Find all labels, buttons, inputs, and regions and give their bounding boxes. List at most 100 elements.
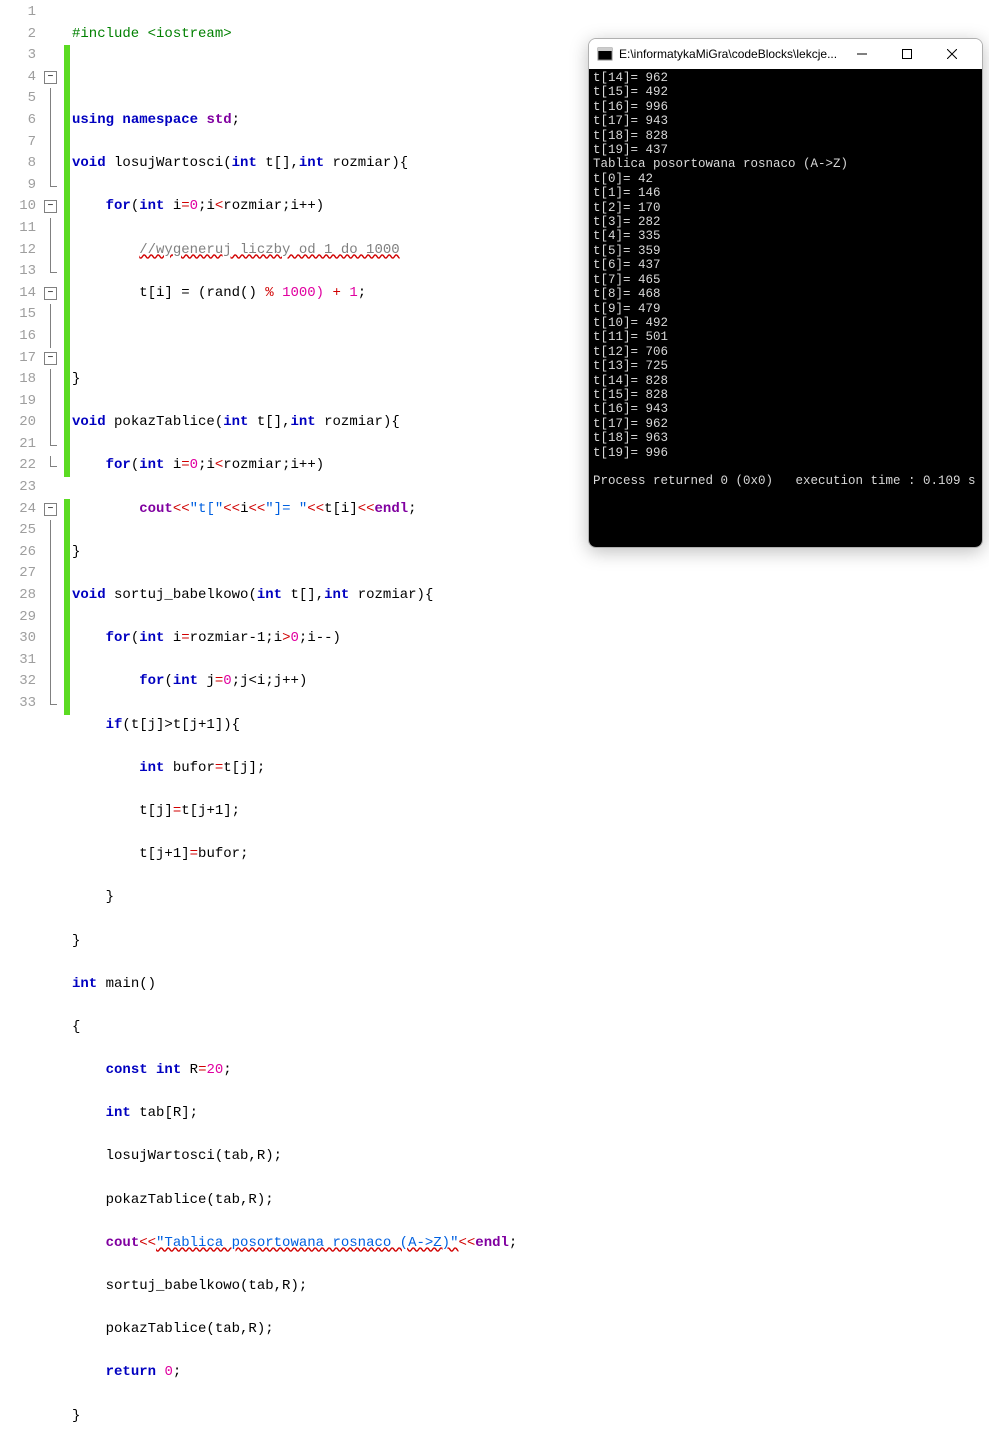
- fold-line: [50, 261, 51, 272]
- line-number: 21: [0, 434, 36, 456]
- titlebar[interactable]: E:\informatykaMiGra\codeBlocks\lekcje...: [589, 39, 982, 69]
- code-line[interactable]: losujWartosci(tab,R);: [72, 1146, 989, 1168]
- fold-line: [50, 564, 51, 586]
- fold-toggle[interactable]: [44, 71, 57, 84]
- fold-line: [50, 585, 51, 607]
- line-number: 16: [0, 326, 36, 348]
- code-line[interactable]: t[j+1]=bufor;: [72, 844, 989, 866]
- code-line[interactable]: int main(): [72, 974, 989, 996]
- fold-toggle[interactable]: [44, 200, 57, 213]
- fold-line: [50, 412, 51, 434]
- fold-end: [50, 466, 57, 467]
- app-icon: [597, 46, 613, 62]
- code-line[interactable]: {: [72, 1017, 989, 1039]
- minimize-button[interactable]: [839, 39, 884, 69]
- line-number: 17: [0, 348, 36, 370]
- fold-end: [50, 704, 57, 705]
- change-bar: [64, 45, 70, 477]
- code-line[interactable]: int tab[R];: [72, 1103, 989, 1125]
- fold-line: [50, 628, 51, 650]
- close-button[interactable]: [929, 39, 974, 69]
- code-line[interactable]: for(int j=0;j<i;j++): [72, 671, 989, 693]
- code-line[interactable]: pokazTablice(tab,R);: [72, 1190, 989, 1212]
- line-number: 25: [0, 520, 36, 542]
- maximize-button[interactable]: [884, 39, 929, 69]
- line-number: 15: [0, 304, 36, 326]
- fold-line: [50, 434, 51, 445]
- line-number: 32: [0, 671, 36, 693]
- code-line[interactable]: int bufor=t[j];: [72, 758, 989, 780]
- line-number: 14: [0, 283, 36, 305]
- line-number: 30: [0, 628, 36, 650]
- line-number: 27: [0, 563, 36, 585]
- fold-line: [50, 153, 51, 175]
- fold-line: [50, 520, 51, 542]
- fold-line: [50, 218, 51, 240]
- fold-line: [50, 240, 51, 262]
- fold-line: [50, 650, 51, 672]
- code-line[interactable]: cout<<"Tablica posortowana rosnaco (A->Z…: [72, 1233, 989, 1255]
- console-output[interactable]: t[14]= 962 t[15]= 492 t[16]= 996 t[17]= …: [589, 69, 982, 547]
- preprocessor: #include <iostream>: [72, 26, 232, 42]
- fold-line: [50, 132, 51, 154]
- fold-line: [50, 672, 51, 694]
- line-number: 31: [0, 650, 36, 672]
- fold-toggle[interactable]: [44, 503, 57, 516]
- line-number: 24: [0, 499, 36, 521]
- line-number: 8: [0, 153, 36, 175]
- fold-line: [50, 110, 51, 132]
- line-number-gutter: 1234567891011121314151617181920212223242…: [0, 0, 42, 723]
- line-number: 6: [0, 110, 36, 132]
- code-line[interactable]: const int R=20;: [72, 1060, 989, 1082]
- line-number: 10: [0, 196, 36, 218]
- change-bar: [64, 499, 70, 715]
- line-number: 33: [0, 693, 36, 715]
- line-number: 9: [0, 175, 36, 197]
- line-number: 2: [0, 24, 36, 46]
- line-number: 18: [0, 369, 36, 391]
- code-line[interactable]: return 0;: [72, 1362, 989, 1384]
- fold-toggle[interactable]: [44, 287, 57, 300]
- fold-line: [50, 326, 51, 348]
- line-number: 11: [0, 218, 36, 240]
- line-number: 13: [0, 261, 36, 283]
- fold-end: [50, 272, 57, 273]
- fold-line: [50, 607, 51, 629]
- fold-end: [50, 445, 57, 446]
- fold-line: [50, 542, 51, 564]
- console-window[interactable]: E:\informatykaMiGra\codeBlocks\lekcje...…: [588, 38, 983, 548]
- line-number: 23: [0, 477, 36, 499]
- line-number: 5: [0, 88, 36, 110]
- fold-line: [50, 456, 51, 467]
- line-number: 29: [0, 607, 36, 629]
- fold-line: [50, 304, 51, 326]
- fold-line: [50, 88, 51, 110]
- line-number: 19: [0, 391, 36, 413]
- line-number: 7: [0, 132, 36, 154]
- line-number: 26: [0, 542, 36, 564]
- code-line[interactable]: }: [72, 931, 989, 953]
- code-line[interactable]: void sortuj_babelkowo(int t[],int rozmia…: [72, 585, 989, 607]
- fold-toggle[interactable]: [44, 352, 57, 365]
- fold-end: [50, 186, 57, 187]
- code-line[interactable]: }: [72, 1406, 989, 1428]
- line-number: 12: [0, 240, 36, 262]
- fold-line: [50, 175, 51, 186]
- line-number: 1: [0, 2, 36, 24]
- line-number: 4: [0, 67, 36, 89]
- code-line[interactable]: sortuj_babelkowo(tab,R);: [72, 1276, 989, 1298]
- fold-line: [50, 693, 51, 704]
- comment: //wygeneruj liczby od 1 do 1000: [139, 242, 399, 258]
- line-number: 28: [0, 585, 36, 607]
- code-line[interactable]: }: [72, 887, 989, 909]
- fold-line: [50, 391, 51, 413]
- code-line[interactable]: for(int i=rozmiar-1;i>0;i--): [72, 628, 989, 650]
- line-number: 3: [0, 45, 36, 67]
- line-number: 22: [0, 455, 36, 477]
- code-line[interactable]: t[j]=t[j+1];: [72, 801, 989, 823]
- fold-line: [50, 369, 51, 391]
- fold-gutter[interactable]: [42, 0, 64, 723]
- code-line[interactable]: pokazTablice(tab,R);: [72, 1319, 989, 1341]
- code-line[interactable]: if(t[j]>t[j+1]){: [72, 715, 989, 737]
- window-title: E:\informatykaMiGra\codeBlocks\lekcje...: [619, 47, 839, 61]
